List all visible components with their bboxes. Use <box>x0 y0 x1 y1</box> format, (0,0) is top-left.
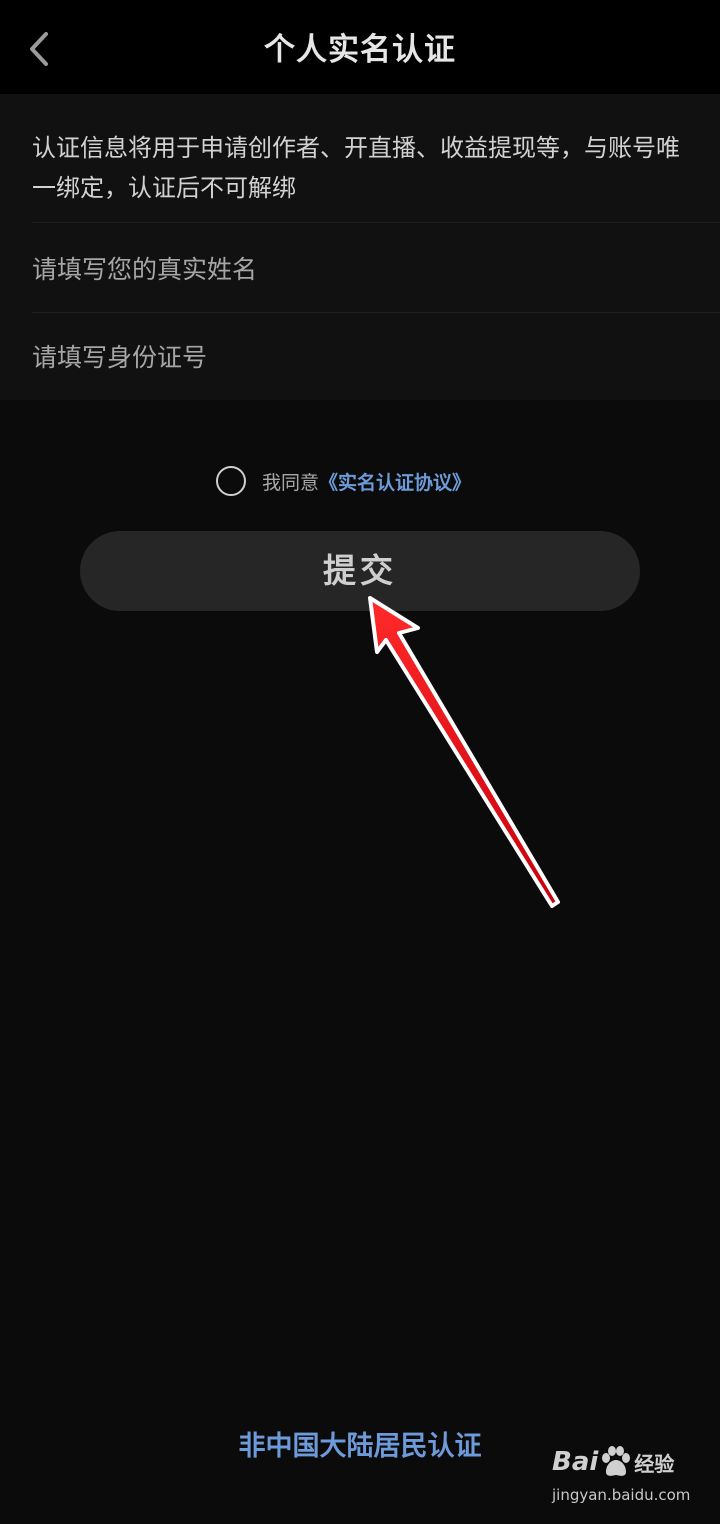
agreement-row: 我同意 《实名认证协议》 <box>216 463 471 499</box>
divider <box>32 222 720 223</box>
real-name-input[interactable] <box>32 244 692 294</box>
watermark-brand: Bai <box>552 1447 599 1477</box>
watermark-product: 经验 <box>634 1451 675 1476</box>
page-title: 个人实名认证 <box>264 32 456 68</box>
agree-label: 我同意 <box>262 471 320 494</box>
paw-icon <box>602 1446 631 1476</box>
agree-checkbox[interactable] <box>216 466 246 496</box>
watermark: Bai 经验 jingyan.baidu.com <box>552 1438 712 1514</box>
submit-button[interactable]: 提交 <box>80 531 640 611</box>
id-number-input[interactable] <box>32 332 692 382</box>
divider <box>32 312 720 313</box>
agreement-link[interactable]: 《实名认证协议》 <box>319 468 471 495</box>
notice-text: 认证信息将用于申请创作者、开直播、收益提现等，与账号唯一绑定，认证后不可解绑 <box>32 134 680 202</box>
watermark-url: jingyan.baidu.com <box>552 1486 691 1504</box>
nav-bar: 个人实名认证 <box>0 0 720 94</box>
